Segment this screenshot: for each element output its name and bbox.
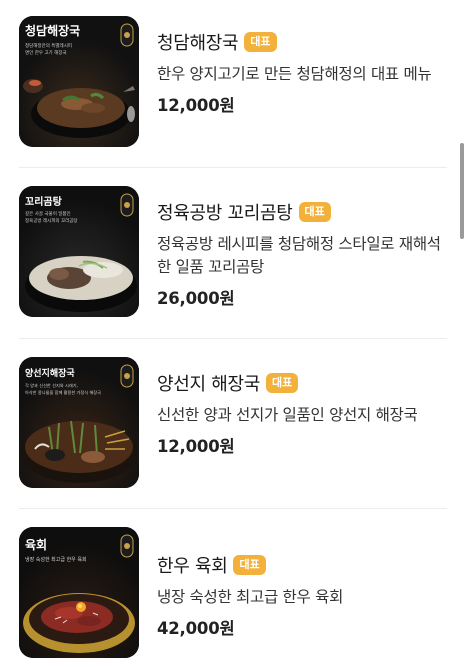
menu-item-description: 신선한 양과 선지가 일품인 양선지 해장국: [157, 406, 418, 424]
image-subtitle: 청담해정만의 특별레시피: [25, 42, 72, 49]
scrollbar[interactable]: [460, 143, 464, 239]
menu-item-name[interactable]: 양선지 해장국: [157, 370, 260, 396]
menu-item-yangseonji-haejangguk[interactable]: 양선지해장국 각 양과 신선한 선지와 시래기, 아삭한 콩나물을 함께 활용한…: [0, 341, 446, 511]
menu-item-image[interactable]: 청담해장국 청담해정만의 특별레시피 명인 한우 고기 해장국: [19, 16, 139, 147]
menu-item-info: 청담해장국 대표 한우 양지고기로 만든 청담해정의 대표 메뉴 12,000원: [157, 30, 447, 116]
menu-item-hanwoo-yukhoe[interactable]: 육회 냉장 숙성한 최고급 한우 육회 한우 육회 대표 냉장 숙성한 최고급 …: [0, 511, 446, 667]
signature-badge: 대표: [298, 202, 331, 222]
menu-item-image[interactable]: 양선지해장국 각 양과 신선한 선지와 시래기, 아삭한 콩나물을 함께 활용한…: [19, 357, 139, 488]
menu-item-name[interactable]: 정육공방 꼬리곰탕: [157, 199, 293, 225]
image-subtitle: 명인 한우 고기 해장국: [25, 49, 67, 56]
image-subtitle: 정육공방 레시피의 꼬리곰탕: [25, 217, 78, 224]
signature-badge: 대표: [265, 373, 299, 393]
food-photo-yangseonji: 양선지해장국 각 양과 신선한 선지와 시래기, 아삭한 콩나물을 함께 활용한…: [19, 357, 139, 488]
menu-item-info: 양선지 해장국 대표 신선한 양과 선지가 일품인 양선지 해장국 12,000…: [157, 371, 447, 457]
image-subtitle: 각 양과 신선한 선지와 시래기,: [25, 382, 78, 389]
menu-item-description: 정육공방 레시피를 청담해정 스타일로 재해석한 일품 꼬리곰탕: [157, 235, 441, 276]
signature-badge: 대표: [244, 32, 277, 52]
menu-item-description: 한우 양지고기로 만든 청담해정의 대표 메뉴: [157, 65, 432, 83]
food-photo-haejangguk: 청담해장국 청담해정만의 특별레시피 명인 한우 고기 해장국: [19, 16, 139, 147]
menu-item-image[interactable]: 꼬리곰탕 깊은 사골 국물이 일품인 정육공방 레시피의 꼬리곰탕: [19, 186, 139, 317]
menu-item-description: 냉장 숙성한 최고급 한우 육회: [157, 588, 344, 606]
divider: [19, 508, 447, 509]
menu-item-price: 12,000원: [157, 437, 235, 456]
menu-item-info: 정육공방 꼬리곰탕 대표 정육공방 레시피를 청담해정 스타일로 재해석한 일품…: [157, 200, 447, 309]
image-title: 양선지해장국: [25, 367, 75, 379]
divider: [19, 338, 447, 339]
menu-item-price: 12,000원: [157, 96, 235, 115]
image-title: 육회: [25, 537, 47, 552]
menu-item-image[interactable]: 육회 냉장 숙성한 최고급 한우 육회: [19, 527, 139, 658]
menu-item-price: 42,000원: [157, 619, 235, 638]
menu-item-kkori-gomtang[interactable]: 꼬리곰탕 깊은 사골 국물이 일품인 정육공방 레시피의 꼬리곰탕 정육공방 꼬…: [0, 170, 446, 340]
image-title: 꼬리곰탕: [25, 195, 63, 208]
menu-item-name[interactable]: 한우 육회: [157, 552, 228, 578]
menu-item-price: 26,000원: [157, 289, 235, 308]
menu-item-cheongdam-haejangguk[interactable]: 청담해장국 청담해정만의 특별레시피 명인 한우 고기 해장국 청담해장국 대표…: [0, 0, 446, 170]
image-title: 청담해장국: [25, 23, 80, 38]
food-photo-gomtang: 꼬리곰탕 깊은 사골 국물이 일품인 정육공방 레시피의 꼬리곰탕: [19, 186, 139, 317]
menu-item-info: 한우 육회 대표 냉장 숙성한 최고급 한우 육회 42,000원: [157, 553, 447, 639]
divider: [19, 167, 447, 168]
image-subtitle: 아삭한 콩나물을 함께 활용한 가정식 해장국: [25, 389, 101, 396]
image-subtitle: 냉장 숙성한 최고급 한우 육회: [25, 556, 87, 563]
image-subtitle: 깊은 사골 국물이 일품인: [25, 210, 71, 217]
menu-item-name[interactable]: 청담해장국: [157, 29, 239, 55]
signature-badge: 대표: [233, 555, 266, 575]
food-photo-yukhoe: 육회 냉장 숙성한 최고급 한우 육회: [19, 527, 139, 658]
